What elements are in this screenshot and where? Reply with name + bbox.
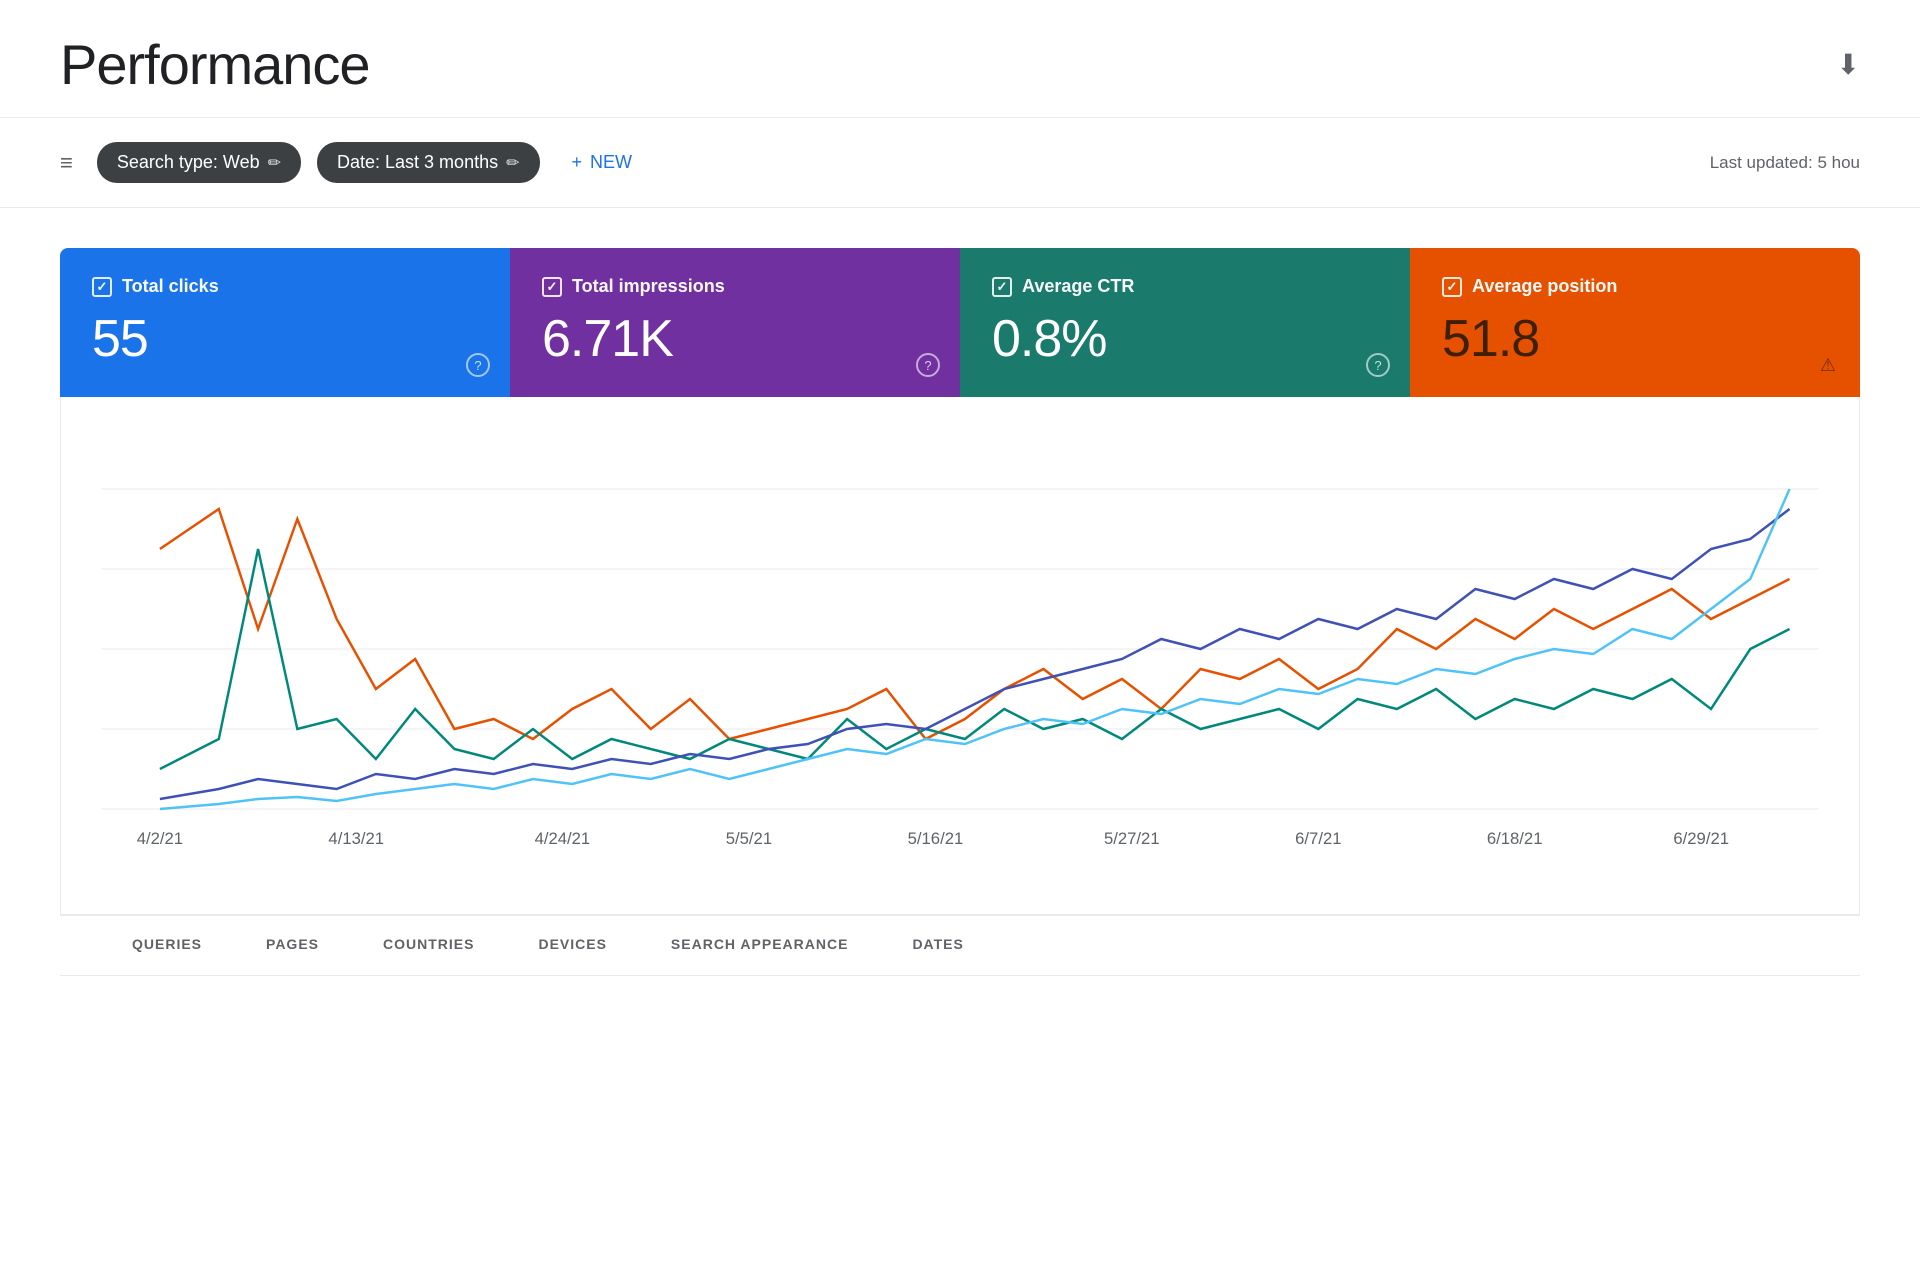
warn-icon-position[interactable]: ⚠ xyxy=(1816,353,1840,377)
performance-chart: 4/2/21 4/13/21 4/24/21 5/5/21 5/16/21 5/… xyxy=(101,429,1819,849)
metric-value-clicks: 55 xyxy=(92,313,478,365)
search-type-chip[interactable]: Search type: Web ✏ xyxy=(97,142,301,183)
tab-countries[interactable]: COUNTRIES xyxy=(351,916,506,975)
metric-card-average-position[interactable]: Average position 51.8 ⚠ xyxy=(1410,248,1860,397)
metric-card-total-clicks[interactable]: Total clicks 55 ? xyxy=(60,248,510,397)
toolbar: ≡ Search type: Web ✏ Date: Last 3 months… xyxy=(0,118,1920,208)
new-filter-button[interactable]: + NEW xyxy=(556,142,649,183)
checkbox-impressions xyxy=(542,277,562,297)
date-chip[interactable]: Date: Last 3 months ✏ xyxy=(317,142,540,183)
chart-container: 4/2/21 4/13/21 4/24/21 5/5/21 5/16/21 5/… xyxy=(60,397,1860,915)
page-title: Performance xyxy=(60,32,370,97)
tab-devices[interactable]: DEVICES xyxy=(506,916,638,975)
line-total-impressions xyxy=(160,509,1790,799)
tabs-row: QUERIES PAGES COUNTRIES DEVICES SEARCH A… xyxy=(60,915,1860,976)
svg-text:4/2/21: 4/2/21 xyxy=(137,829,183,848)
checkbox-position xyxy=(1442,277,1462,297)
tab-pages[interactable]: PAGES xyxy=(234,916,351,975)
metric-card-total-impressions[interactable]: Total impressions 6.71K ? xyxy=(510,248,960,397)
page-wrapper: Performance ⬇ ≡ Search type: Web ✏ Date:… xyxy=(0,0,1920,1281)
svg-text:6/18/21: 6/18/21 xyxy=(1487,829,1543,848)
svg-text:6/7/21: 6/7/21 xyxy=(1295,829,1341,848)
metric-card-header-ctr: Average CTR xyxy=(992,276,1378,297)
filter-icon[interactable]: ≡ xyxy=(60,150,73,176)
metric-value-impressions: 6.71K xyxy=(542,313,928,365)
svg-text:6/29/21: 6/29/21 xyxy=(1673,829,1729,848)
metric-label-clicks: Total clicks xyxy=(122,276,219,297)
line-average-ctr xyxy=(160,549,1790,769)
tab-dates[interactable]: DATES xyxy=(880,916,995,975)
date-label: Date: Last 3 months xyxy=(337,152,498,173)
metric-label-ctr: Average CTR xyxy=(1022,276,1134,297)
svg-text:5/16/21: 5/16/21 xyxy=(908,829,964,848)
tab-search-appearance[interactable]: SEARCH APPEARANCE xyxy=(639,916,881,975)
metric-card-average-ctr[interactable]: Average CTR 0.8% ? xyxy=(960,248,1410,397)
metric-card-header-clicks: Total clicks xyxy=(92,276,478,297)
metric-label-position: Average position xyxy=(1472,276,1617,297)
metric-value-position: 51.8 xyxy=(1442,313,1828,365)
checkbox-clicks xyxy=(92,277,112,297)
svg-text:5/27/21: 5/27/21 xyxy=(1104,829,1160,848)
header: Performance ⬇ xyxy=(0,0,1920,118)
metric-card-header-position: Average position xyxy=(1442,276,1828,297)
svg-text:4/24/21: 4/24/21 xyxy=(535,829,591,848)
metric-value-ctr: 0.8% xyxy=(992,313,1378,365)
metric-label-impressions: Total impressions xyxy=(572,276,725,297)
metric-card-header-impressions: Total impressions xyxy=(542,276,928,297)
search-type-label: Search type: Web xyxy=(117,152,260,173)
last-updated-text: Last updated: 5 hou xyxy=(1710,153,1860,173)
svg-text:5/5/21: 5/5/21 xyxy=(726,829,772,848)
download-icon[interactable]: ⬇ xyxy=(1837,48,1860,81)
svg-text:4/13/21: 4/13/21 xyxy=(328,829,384,848)
help-icon-impressions[interactable]: ? xyxy=(916,353,940,377)
help-icon-ctr[interactable]: ? xyxy=(1366,353,1390,377)
search-type-edit-icon: ✏ xyxy=(268,153,281,173)
new-filter-plus-icon: + xyxy=(572,152,583,173)
new-filter-label: NEW xyxy=(590,152,632,173)
date-edit-icon: ✏ xyxy=(506,153,519,173)
checkbox-ctr xyxy=(992,277,1012,297)
header-actions: ⬇ xyxy=(1837,48,1860,81)
tab-queries[interactable]: QUERIES xyxy=(100,916,234,975)
help-icon-clicks[interactable]: ? xyxy=(466,353,490,377)
metrics-row: Total clicks 55 ? Total impressions 6.71… xyxy=(60,248,1860,397)
